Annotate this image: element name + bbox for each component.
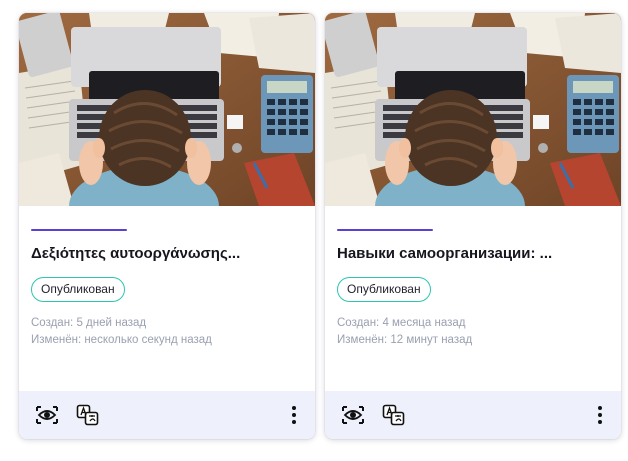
status-badge: Опубликован: [337, 277, 431, 302]
more-vertical-icon: [292, 406, 296, 424]
course-thumbnail[interactable]: [19, 13, 315, 206]
course-card[interactable]: Δεξιότητες αυτοοργάνωσης... Опубликован …: [19, 13, 315, 439]
title-accent-line: [31, 229, 127, 231]
course-card[interactable]: Навыки самоорганизации: ... Опубликован …: [325, 13, 621, 439]
preview-button[interactable]: [34, 403, 60, 427]
course-card-grid: Δεξιότητες αυτοοργάνωσης... Опубликован …: [0, 0, 628, 461]
eye-icon: [36, 406, 58, 424]
more-vertical-icon: [598, 406, 602, 424]
course-title[interactable]: Δεξιότητες αυτοοργάνωσης...: [31, 245, 303, 262]
course-thumbnail[interactable]: [325, 13, 621, 206]
course-title[interactable]: Навыки самоорганизации: ...: [337, 245, 609, 262]
translate-button[interactable]: [381, 403, 407, 427]
created-date: Создан: 4 месяца назад: [337, 317, 466, 329]
created-date: Создан: 5 дней назад: [31, 317, 147, 329]
card-footer: [19, 391, 315, 439]
translate-icon: [382, 404, 405, 426]
status-badge: Опубликован: [31, 277, 125, 302]
more-options-button[interactable]: [287, 403, 301, 427]
translate-button[interactable]: [75, 403, 101, 427]
course-meta: Создан: 4 месяца назад Изменён: 12 минут…: [337, 315, 609, 349]
modified-date: Изменён: 12 минут назад: [337, 334, 473, 346]
eye-icon: [342, 406, 364, 424]
translate-icon: [76, 404, 99, 426]
modified-date: Изменён: несколько секунд назад: [31, 334, 212, 346]
course-meta: Создан: 5 дней назад Изменён: несколько …: [31, 315, 303, 349]
more-options-button[interactable]: [593, 403, 607, 427]
title-accent-line: [337, 229, 433, 231]
preview-button[interactable]: [340, 403, 366, 427]
card-footer: [325, 391, 621, 439]
